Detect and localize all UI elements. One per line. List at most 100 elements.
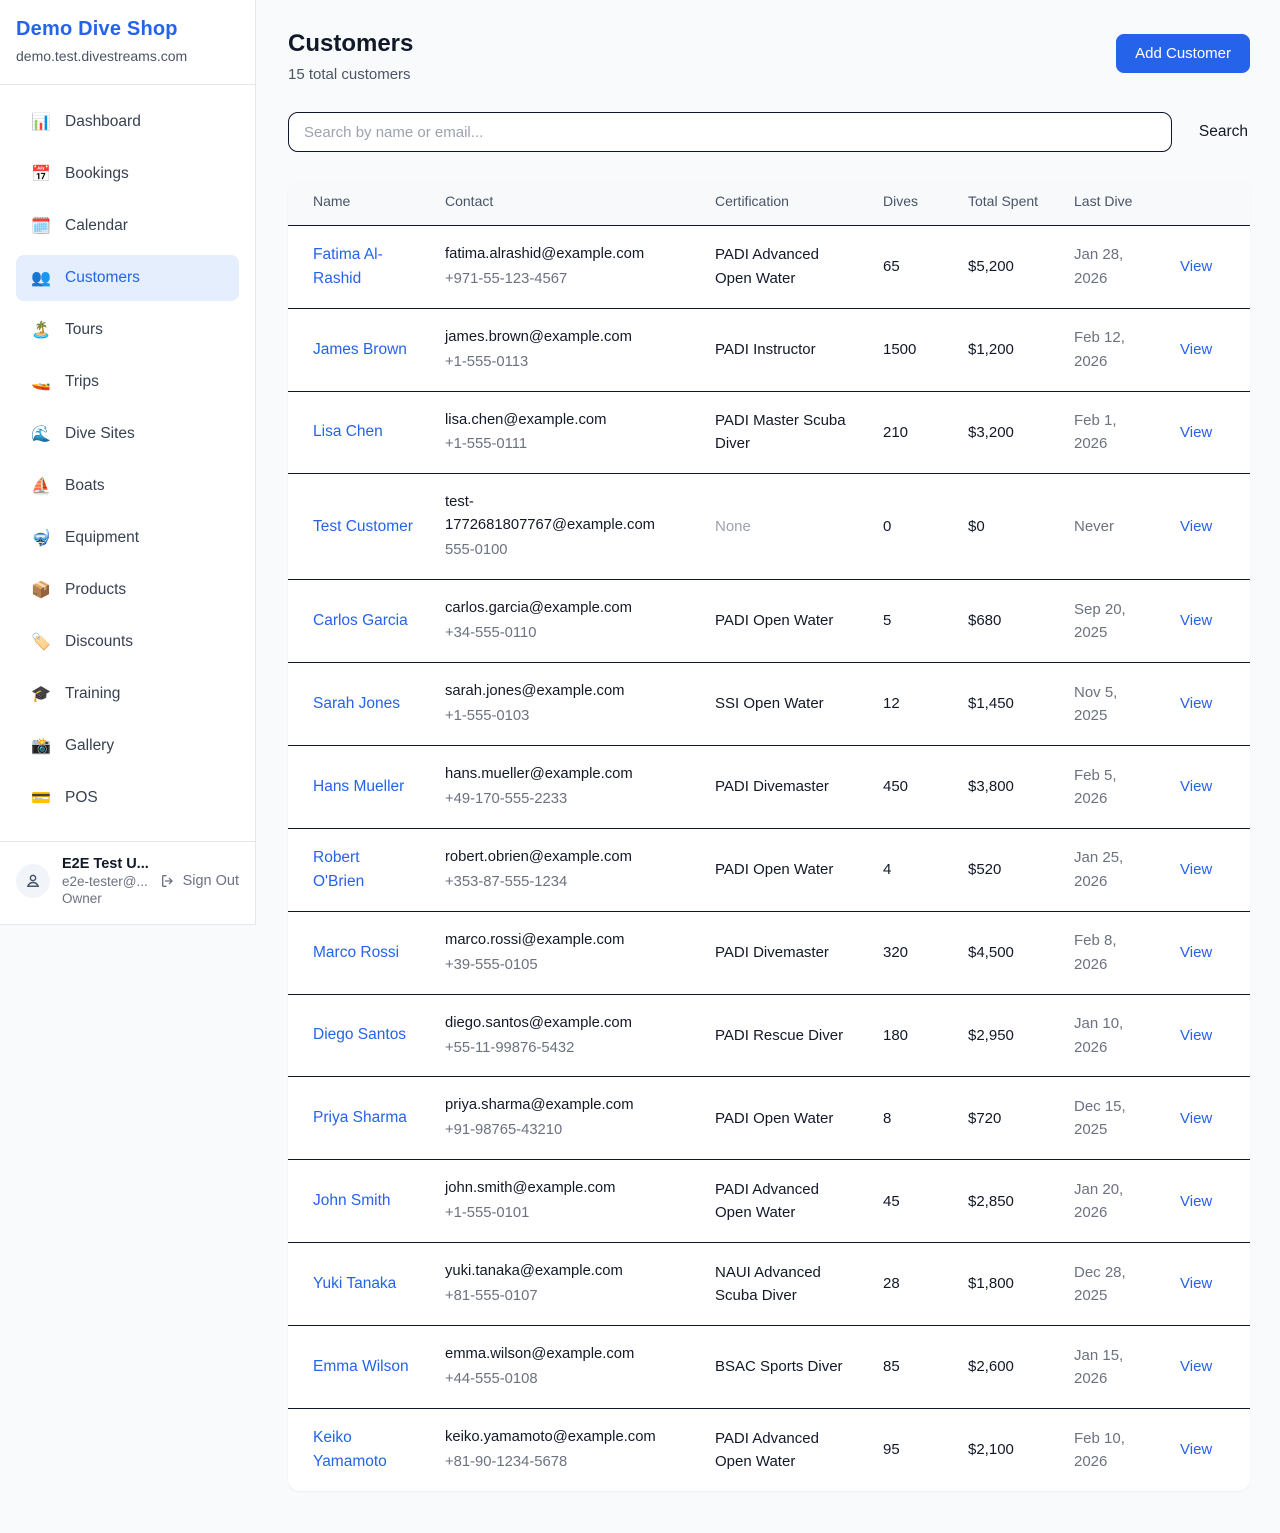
sidebar-item-label: Equipment: [65, 529, 139, 547]
sidebar-item-pos[interactable]: 💳POS: [16, 775, 239, 821]
customer-name-link[interactable]: Diego Santos: [313, 1023, 406, 1047]
sidebar-item-discounts[interactable]: 🏷️Discounts: [16, 619, 239, 665]
dives-value: 5: [883, 612, 891, 629]
dives-cell: 95: [867, 1408, 952, 1491]
customer-phone: +1-555-0103: [445, 705, 683, 728]
package-icon: 📦: [30, 580, 52, 600]
dives-cell: 1500: [867, 308, 952, 391]
total-spent-cell: $1,200: [952, 308, 1058, 391]
dives-value: 450: [883, 778, 908, 795]
contact-cell: diego.santos@example.com+55-11-99876-543…: [429, 994, 699, 1077]
actions-cell: View: [1164, 1160, 1250, 1243]
table-row: Priya Sharma priya.sharma@example.com+91-…: [288, 1077, 1250, 1160]
customer-email: diego.santos@example.com: [445, 1012, 683, 1035]
view-customer-link[interactable]: View: [1180, 861, 1212, 878]
view-customer-link[interactable]: View: [1180, 1027, 1212, 1044]
view-customer-link[interactable]: View: [1180, 695, 1212, 712]
contact-cell: carlos.garcia@example.com+34-555-0110: [429, 580, 699, 663]
customer-name-link[interactable]: Carlos Garcia: [313, 609, 408, 633]
view-customer-link[interactable]: View: [1180, 778, 1212, 795]
sidebar-item-dashboard[interactable]: 📊Dashboard: [16, 99, 239, 145]
view-customer-link[interactable]: View: [1180, 1110, 1212, 1127]
total-spent-cell: $1,450: [952, 663, 1058, 746]
sidebar-item-gallery[interactable]: 📸Gallery: [16, 723, 239, 769]
sidebar-item-dive-sites[interactable]: 🌊Dive Sites: [16, 411, 239, 457]
view-customer-link[interactable]: View: [1180, 1441, 1212, 1458]
column-header-actions: [1164, 179, 1250, 225]
certification-cell: PADI Open Water: [699, 1077, 867, 1160]
view-customer-link[interactable]: View: [1180, 258, 1212, 275]
view-customer-link[interactable]: View: [1180, 612, 1212, 629]
sidebar-item-boats[interactable]: ⛵Boats: [16, 463, 239, 509]
dives-cell: 5: [867, 580, 952, 663]
view-customer-link[interactable]: View: [1180, 424, 1212, 441]
column-header-total-spent: Total Spent: [952, 179, 1058, 225]
total-spent-value: $680: [968, 612, 1001, 629]
dives-value: 0: [883, 518, 891, 535]
customer-name-link[interactable]: Keiko Yamamoto: [313, 1426, 413, 1474]
total-spent-cell: $3,200: [952, 391, 1058, 474]
customer-phone: +55-11-99876-5432: [445, 1037, 683, 1060]
total-spent-value: $3,800: [968, 778, 1014, 795]
total-spent-cell: $2,600: [952, 1325, 1058, 1408]
customer-name-link[interactable]: Yuki Tanaka: [313, 1272, 396, 1296]
certification-value: PADI Open Water: [715, 1110, 833, 1127]
total-spent-value: $5,200: [968, 258, 1014, 275]
customer-name-link[interactable]: Sarah Jones: [313, 692, 400, 716]
main-content: Customers 15 total customers Add Custome…: [256, 0, 1280, 1533]
last-dive-cell: Feb 10, 2026: [1058, 1408, 1164, 1491]
sign-out-button[interactable]: Sign Out: [160, 873, 239, 889]
graduation-cap-icon: 🎓: [30, 684, 52, 704]
sidebar-item-bookings[interactable]: 📅Bookings: [16, 151, 239, 197]
customer-name-link[interactable]: Priya Sharma: [313, 1106, 407, 1130]
sidebar-item-equipment[interactable]: 🤿Equipment: [16, 515, 239, 561]
customer-name-link[interactable]: Test Customer: [313, 515, 413, 539]
view-customer-link[interactable]: View: [1180, 1358, 1212, 1375]
customer-name-cell: Keiko Yamamoto: [288, 1408, 429, 1491]
view-customer-link[interactable]: View: [1180, 1275, 1212, 1292]
total-spent-cell: $5,200: [952, 225, 1058, 308]
customer-name-link[interactable]: James Brown: [313, 338, 407, 362]
sidebar-item-tours[interactable]: 🏝️Tours: [16, 307, 239, 353]
dives-cell: 4: [867, 828, 952, 911]
tag-icon: 🏷️: [30, 632, 52, 652]
view-customer-link[interactable]: View: [1180, 341, 1212, 358]
customer-name-link[interactable]: Fatima Al-Rashid: [313, 243, 413, 291]
customer-name-link[interactable]: Emma Wilson: [313, 1355, 409, 1379]
sidebar-item-training[interactable]: 🎓 Training: [16, 671, 239, 717]
total-spent-cell: $3,800: [952, 745, 1058, 828]
sidebar-item-products[interactable]: 📦 Products: [16, 567, 239, 613]
view-customer-link[interactable]: View: [1180, 1193, 1212, 1210]
search-button[interactable]: Search: [1197, 117, 1250, 147]
island-icon: 🏝️: [30, 320, 52, 340]
sidebar-item-label: Products: [65, 581, 126, 599]
actions-cell: View: [1164, 580, 1250, 663]
shop-name: Demo Dive Shop: [16, 18, 239, 41]
sidebar-item-customers[interactable]: 👥Customers: [16, 255, 239, 301]
sidebar-item-trips[interactable]: 🚤Trips: [16, 359, 239, 405]
customer-name-link[interactable]: Robert O'Brien: [313, 846, 413, 894]
search-input[interactable]: [288, 112, 1172, 152]
customer-phone: +1-555-0113: [445, 351, 683, 374]
sidebar-item-label: Training: [65, 685, 120, 703]
actions-cell: View: [1164, 1325, 1250, 1408]
last-dive-value: Nov 5, 2025: [1074, 684, 1117, 724]
customer-name-cell: James Brown: [288, 308, 429, 391]
certification-value: PADI Divemaster: [715, 944, 829, 961]
contact-cell: priya.sharma@example.com+91-98765-43210: [429, 1077, 699, 1160]
certification-cell: BSAC Sports Diver: [699, 1325, 867, 1408]
customer-phone: +81-555-0107: [445, 1285, 683, 1308]
view-customer-link[interactable]: View: [1180, 944, 1212, 961]
total-spent-value: $1,800: [968, 1275, 1014, 1292]
add-customer-button[interactable]: Add Customer: [1116, 34, 1250, 73]
total-spent-cell: $520: [952, 828, 1058, 911]
view-customer-link[interactable]: View: [1180, 518, 1212, 535]
customer-name-link[interactable]: John Smith: [313, 1189, 391, 1213]
customer-name-link[interactable]: Hans Mueller: [313, 775, 404, 799]
column-header-dives: Dives: [867, 179, 952, 225]
customer-email: priya.sharma@example.com: [445, 1094, 683, 1117]
sidebar-item-calendar[interactable]: 🗓️Calendar: [16, 203, 239, 249]
customer-name-link[interactable]: Marco Rossi: [313, 941, 399, 965]
customer-name-link[interactable]: Lisa Chen: [313, 420, 383, 444]
last-dive-value: Jan 15, 2026: [1074, 1347, 1123, 1387]
